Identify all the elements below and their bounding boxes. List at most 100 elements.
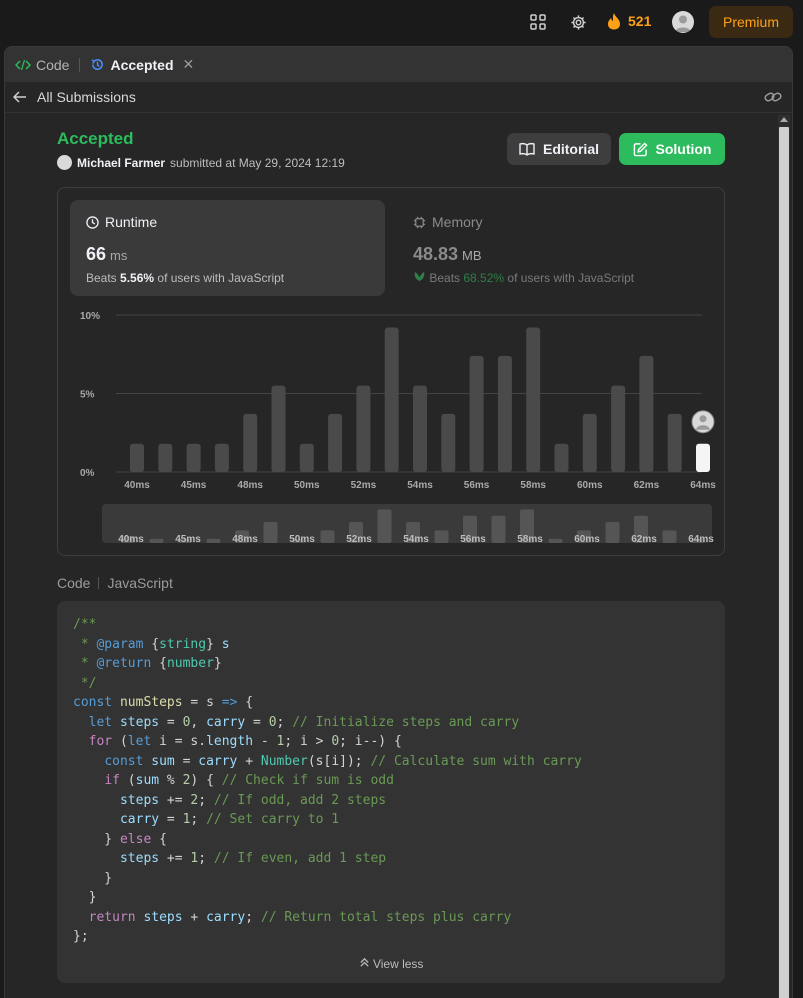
- bar-highlighted: [696, 443, 710, 472]
- back-arrow-icon[interactable]: [13, 91, 27, 103]
- user-avatar[interactable]: [672, 11, 694, 33]
- chart-bar: [328, 413, 343, 472]
- overview-bar: [377, 509, 392, 543]
- overview-bar: [605, 522, 620, 543]
- chart-bar: [582, 413, 597, 472]
- chart-bar: [356, 385, 371, 472]
- overview-bar: [320, 530, 335, 543]
- tab-code-label: Code: [36, 56, 70, 73]
- layout-grid-icon[interactable]: [528, 12, 548, 32]
- top-nav: 521 Premium: [0, 0, 803, 44]
- chart-bar: [639, 355, 654, 472]
- chart-bar: [554, 443, 569, 472]
- submissions-bar: All Submissions: [5, 82, 792, 113]
- code-label: Code: [57, 575, 91, 591]
- scroll-up-arrow-icon[interactable]: [780, 117, 788, 122]
- chart-bar: [186, 443, 201, 472]
- editorial-label: Editorial: [542, 141, 599, 157]
- chart-bar: [130, 443, 144, 472]
- x-tick-label: 40ms: [124, 480, 150, 491]
- overview-bar: [434, 530, 449, 543]
- chevrons-up-icon: [359, 957, 369, 967]
- edit-icon: [633, 141, 648, 156]
- code-header-divider: [98, 577, 100, 589]
- submission-author: Michael Farmer submitted at May 29, 2024…: [57, 155, 345, 170]
- submitted-time: submitted at May 29, 2024 12:19: [170, 155, 345, 170]
- overview-tick-label: 56ms: [460, 534, 486, 545]
- chart-bar: [384, 327, 399, 472]
- chart-bar: [611, 385, 626, 472]
- x-tick-label: 52ms: [351, 480, 377, 491]
- code-header: Code JavaScript: [57, 575, 173, 591]
- solution-label: Solution: [655, 141, 712, 157]
- x-tick-label: 56ms: [464, 480, 490, 491]
- solution-button[interactable]: Solution: [619, 133, 725, 165]
- submission-status: Accepted: [57, 129, 134, 148]
- all-submissions-link[interactable]: All Submissions: [37, 89, 136, 105]
- overview-tick-label: 60ms: [574, 534, 600, 545]
- chart-bar: [667, 413, 682, 472]
- book-icon: [519, 143, 535, 156]
- editorial-button[interactable]: Editorial: [507, 133, 611, 165]
- overview-tick-label: 58ms: [517, 534, 543, 545]
- y-tick-label: 5%: [80, 390, 95, 401]
- chart-bar: [299, 443, 314, 472]
- code-block[interactable]: /** * @param {string} s * @return {numbe…: [57, 601, 725, 983]
- overview-tick-label: 64ms: [688, 534, 714, 545]
- premium-button[interactable]: Premium: [709, 6, 793, 38]
- chart-bar: [497, 355, 512, 472]
- scrollbar-thumb[interactable]: [779, 127, 789, 998]
- overview-bar: [548, 538, 563, 543]
- overview-bar: [149, 538, 164, 543]
- x-tick-label: 60ms: [577, 480, 603, 491]
- chart-bar: [441, 413, 456, 472]
- x-tick-label: 50ms: [294, 480, 320, 491]
- chart-bar: [413, 385, 427, 472]
- x-tick-label: 64ms: [690, 480, 716, 491]
- overview-bar: [491, 515, 506, 543]
- overview-bar: [662, 530, 677, 543]
- chart-bar: [214, 443, 229, 472]
- overview-tick-label: 54ms: [403, 534, 429, 545]
- x-tick-label: 62ms: [634, 480, 660, 491]
- overview-tick-label: 48ms: [232, 534, 258, 545]
- x-tick-label: 58ms: [520, 480, 546, 491]
- x-tick-label: 45ms: [181, 480, 207, 491]
- code-icon: [15, 59, 31, 70]
- streak-counter[interactable]: 521: [606, 12, 651, 30]
- overview-tick-label: 50ms: [289, 534, 315, 545]
- submission-panel: Code Accepted ✕ All Submissions Accepted…: [4, 46, 793, 998]
- overview-tick-label: 62ms: [631, 534, 657, 545]
- y-tick-label: 10%: [80, 311, 100, 322]
- stats-card: Runtime 66 ms Beats 5.56% of users with J…: [57, 187, 725, 556]
- author-avatar[interactable]: [57, 155, 72, 170]
- language-label: JavaScript: [107, 575, 173, 591]
- bar-user-avatar-head: [699, 415, 707, 423]
- overview-bar: [206, 538, 221, 543]
- overview-tick-label: 52ms: [346, 534, 372, 545]
- tab-accepted[interactable]: Accepted ✕: [90, 56, 194, 73]
- overview-bar: [263, 522, 278, 543]
- streak-count: 521: [628, 13, 652, 29]
- tab-accepted-label: Accepted: [110, 56, 174, 73]
- overview-tick-label: 40ms: [118, 534, 144, 545]
- runtime-distribution-chart[interactable]: 10% 5% 0% 40ms 45ms 48ms 50ms 52ms 54ms 56ms 58ms 6…: [58, 188, 726, 557]
- chart-bar: [469, 355, 484, 472]
- history-icon: [91, 59, 104, 70]
- view-less-button[interactable]: View less: [57, 957, 725, 971]
- overview-tick-label: 45ms: [175, 534, 201, 545]
- tab-code[interactable]: Code: [15, 57, 69, 73]
- chart-bar: [526, 327, 541, 472]
- author-name[interactable]: Michael Farmer: [77, 156, 165, 170]
- chart-bar: [158, 443, 173, 472]
- x-tick-label: 48ms: [237, 480, 263, 491]
- view-less-label: View less: [372, 957, 424, 971]
- tab-bar: Code Accepted ✕: [5, 47, 792, 82]
- x-tick-label: 54ms: [407, 480, 433, 491]
- code-text[interactable]: /** * @param {string} s * @return {numbe…: [73, 615, 709, 947]
- link-icon[interactable]: [764, 90, 782, 107]
- close-icon[interactable]: ✕: [183, 56, 195, 73]
- chart-bar: [271, 385, 286, 472]
- chart-bar: [243, 413, 258, 472]
- gear-icon[interactable]: [568, 12, 588, 32]
